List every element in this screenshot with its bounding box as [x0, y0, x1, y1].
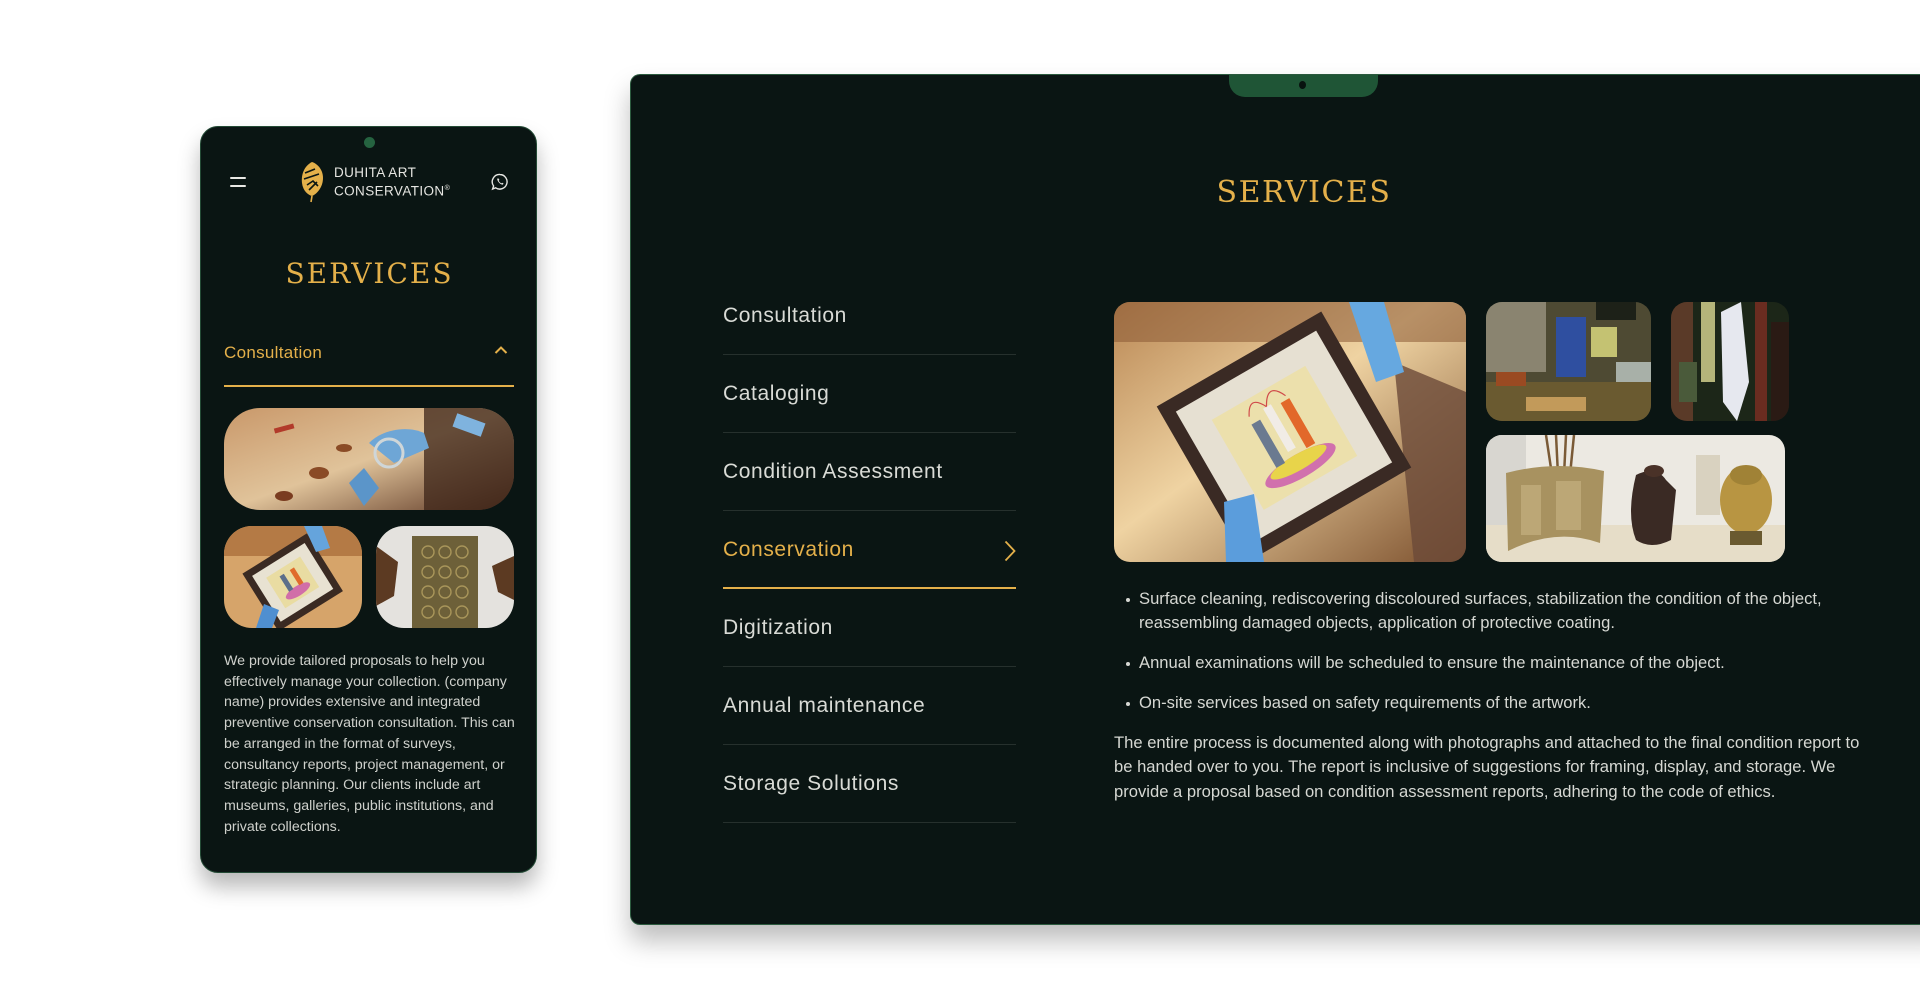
- whatsapp-icon[interactable]: [491, 173, 509, 191]
- image-framed-painting: [1114, 302, 1466, 562]
- image-instruments-magnifier: [224, 408, 514, 510]
- image-brass-artefacts-shelf: [1486, 435, 1785, 562]
- service-label: Annual maintenance: [723, 694, 926, 717]
- webcam-notch: [1229, 75, 1378, 97]
- brand-name-line2: CONSERVATION: [334, 183, 445, 199]
- service-item-cataloging[interactable]: Cataloging: [723, 355, 1016, 433]
- brand-name-line1: DUHITA ART: [334, 164, 417, 180]
- image-brass-panel: [376, 526, 514, 628]
- chevron-up-icon[interactable]: [494, 345, 508, 355]
- consultation-description: We provide tailored proposals to help yo…: [224, 653, 515, 835]
- mobile-mockup: DUHITA ART CONSERVATION® SERVICES Consul…: [200, 126, 537, 873]
- service-label: Digitization: [723, 616, 833, 639]
- hamburger-icon[interactable]: [230, 177, 246, 187]
- bullet-item: Surface cleaning, rediscovering discolou…: [1126, 587, 1886, 635]
- service-item-annual-maintenance[interactable]: Annual maintenance: [723, 667, 1016, 745]
- bullet-item: Annual examinations will be scheduled to…: [1126, 651, 1886, 675]
- service-label: Storage Solutions: [723, 772, 899, 795]
- service-label: Cataloging: [723, 382, 830, 405]
- service-item-digitization[interactable]: Digitization: [723, 589, 1016, 667]
- service-item-conservation[interactable]: Conservation: [723, 511, 1016, 589]
- service-item-storage-solutions[interactable]: Storage Solutions: [723, 745, 1016, 823]
- image-framed-painting: [224, 526, 362, 628]
- service-label: Condition Assessment: [723, 460, 943, 483]
- phone-camera-dot: [364, 137, 375, 148]
- conservation-description: The entire process is documented along w…: [1114, 733, 1860, 801]
- brand-logo[interactable]: DUHITA ART CONSERVATION®: [301, 161, 450, 203]
- bullet-item: On-site services based on safety require…: [1126, 691, 1886, 715]
- service-label: Conservation: [723, 538, 854, 561]
- desktop-mockup: SERVICES Consultation Cataloging Conditi…: [630, 74, 1920, 925]
- leaf-logo-icon: [301, 162, 323, 203]
- service-item-condition-assessment[interactable]: Condition Assessment: [723, 433, 1016, 511]
- page-title: SERVICES: [285, 257, 454, 290]
- accordion-consultation[interactable]: Consultation: [224, 337, 514, 387]
- conservation-bullets: Surface cleaning, rediscovering discolou…: [1126, 587, 1886, 731]
- services-menu: Consultation Cataloging Condition Assess…: [723, 277, 1016, 823]
- service-item-consultation[interactable]: Consultation: [723, 277, 1016, 355]
- service-label: Consultation: [723, 304, 847, 327]
- chevron-right-icon: [1004, 540, 1016, 562]
- image-painting-detail-texture: [1671, 302, 1789, 421]
- webcam-dot: [1299, 81, 1306, 89]
- brand-name: DUHITA ART CONSERVATION®: [334, 165, 450, 200]
- registered-mark: ®: [444, 184, 451, 192]
- accordion-label: Consultation: [224, 343, 323, 362]
- page-title: SERVICES: [1216, 175, 1392, 210]
- image-painting-detail-blue: [1486, 302, 1651, 421]
